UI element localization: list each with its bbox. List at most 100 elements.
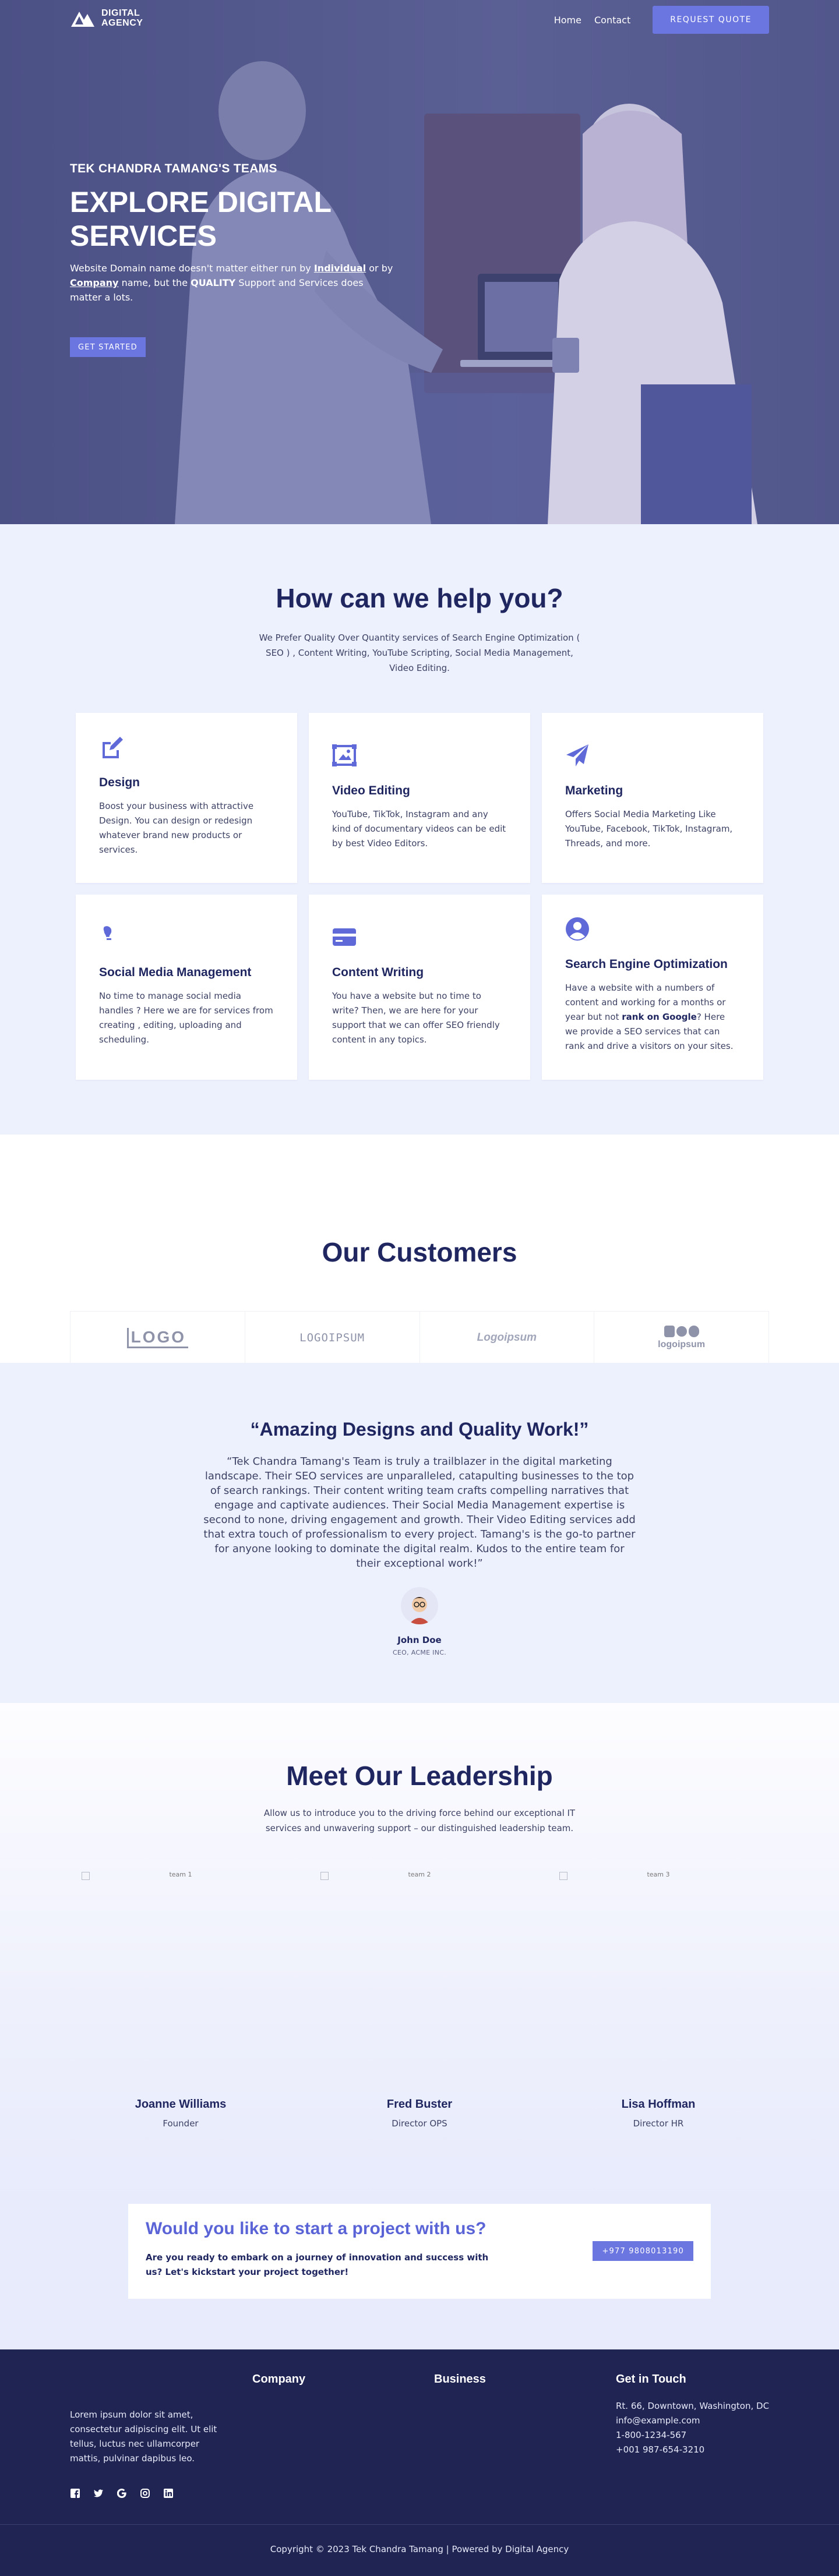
- customer-logos: LOGO LOGOIPSUM Logoipsum logoipsum: [70, 1311, 769, 1365]
- logo-text: LOGOIPSUM: [299, 1331, 365, 1344]
- service-card-seo: Search Engine Optimization Have a websit…: [542, 895, 763, 1080]
- team-member-card: team 2 Fred Buster Director OPS: [309, 1871, 530, 2129]
- service-text: YouTube, TikTok, Instagram and any kind …: [332, 809, 506, 849]
- cta-title: Would you like to start a project with u…: [146, 2219, 487, 2238]
- logo-line-1: DIGITAL: [101, 8, 140, 18]
- video-frame-icon: [332, 744, 357, 766]
- request-quote-button[interactable]: REQUEST QUOTE: [653, 6, 769, 34]
- service-text: Boost your business with attractive Desi…: [99, 801, 254, 855]
- testimonial-quote: “Tek Chandra Tamang's Team is truly a tr…: [203, 1455, 636, 1570]
- hero-desc-individual: Individual: [313, 263, 366, 274]
- lightbulb-icon: [103, 926, 112, 940]
- service-text: You have a website but no time to write?…: [332, 991, 500, 1045]
- service-text-bold: rank on Google: [622, 1012, 697, 1022]
- footer-company-column: Company: [252, 2373, 305, 2386]
- get-started-button[interactable]: GET STARTED: [70, 337, 146, 357]
- service-title: Social Media Management: [99, 966, 252, 979]
- copyright-text: Copyright © 2023 Tek Chandra Tamang | Po…: [270, 2544, 569, 2554]
- cta-box: Would you like to start a project with u…: [128, 2204, 711, 2299]
- footer-divider: [0, 2524, 839, 2525]
- phone-call-button[interactable]: +977 9808013190: [593, 2241, 693, 2261]
- service-card-video-editing: Video Editing YouTube, TikTok, Instagram…: [309, 713, 530, 883]
- services-grid: Design Boost your business with attracti…: [76, 713, 763, 1080]
- customer-logo-2: LOGOIPSUM: [245, 1312, 420, 1364]
- google-icon[interactable]: [117, 2488, 127, 2499]
- credit-card-icon: [333, 928, 356, 946]
- customer-logo-1: LOGO: [70, 1312, 245, 1364]
- testimonial-author-name: John Doe: [397, 1635, 442, 1645]
- footer-business-column: Business: [434, 2373, 486, 2386]
- team-member-card: team 3 Lisa Hoffman Director HR: [548, 1871, 769, 2129]
- footer-email[interactable]: info@example.com: [616, 2414, 769, 2428]
- linkedin-icon[interactable]: [163, 2488, 174, 2499]
- footer-heading-business: Business: [434, 2373, 486, 2386]
- person-avatar-icon: [401, 1587, 438, 1624]
- logo-text: logoipsum: [658, 1340, 706, 1349]
- image-alt-text: team 1: [169, 1871, 192, 1878]
- instagram-icon[interactable]: [140, 2488, 150, 2499]
- service-card-design: Design Boost your business with attracti…: [76, 713, 297, 883]
- service-card-content-writing: Content Writing You have a website but n…: [309, 895, 530, 1080]
- team-member-photo: team 2: [309, 1871, 530, 2098]
- team-member-name: Fred Buster: [386, 2098, 453, 2111]
- hero-desc-part: or by: [366, 263, 393, 274]
- facebook-icon[interactable]: [70, 2488, 80, 2499]
- footer-phone-2[interactable]: +001 987-654-3210: [616, 2443, 769, 2457]
- logo-line-2: AGENCY: [101, 18, 143, 28]
- social-links: [70, 2488, 174, 2499]
- hero-desc-part: name, but the: [118, 277, 191, 288]
- brand-logo[interactable]: DIGITAL AGENCY: [70, 8, 143, 28]
- site-footer: Company Business Get in Touch Rt. 66, Do…: [0, 2349, 839, 2576]
- nav-link-home[interactable]: Home: [554, 15, 581, 26]
- leadership-title: Meet Our Leadership: [286, 1761, 553, 1791]
- team-member-card: team 1 Joanne Williams Founder: [70, 1871, 291, 2129]
- footer-heading-contact: Get in Touch: [616, 2373, 686, 2386]
- cta-text: Are you ready to embark on a journey of …: [146, 2252, 489, 2277]
- service-title: Marketing: [565, 784, 623, 797]
- hero-description: Website Domain name doesn't matter eithe…: [70, 261, 396, 305]
- service-title: Search Engine Optimization: [565, 957, 728, 971]
- mountain-logo-icon: [71, 12, 94, 27]
- paper-plane-icon: [566, 744, 588, 766]
- services-subtitle: We Prefer Quality Over Quantity services…: [259, 632, 580, 673]
- nav-link-contact[interactable]: Contact: [594, 15, 630, 26]
- logo-text: LOGO: [126, 1327, 189, 1348]
- top-nav: DIGITAL AGENCY Home Contact REQUEST QUOT…: [0, 0, 839, 41]
- footer-contact-column: Get in Touch Rt. 66, Downtown, Washingto…: [616, 2373, 769, 2457]
- customer-logo-3: Logoipsum: [420, 1312, 595, 1364]
- image-alt-text: team 3: [647, 1871, 670, 1878]
- hero-content: TEK CHANDRA TAMANG'S TEAMS EXPLORE DIGIT…: [70, 162, 396, 357]
- hero-title: EXPLORE DIGITAL SERVICES: [70, 185, 396, 253]
- footer-about-text: Lorem ipsum dolor sit amet, consectetur …: [70, 2409, 217, 2464]
- service-title: Content Writing: [332, 966, 424, 979]
- testimonial-author-role: CEO, ACME INC.: [392, 1649, 447, 1656]
- leadership-section: Meet Our Leadership Allow us to introduc…: [0, 1703, 839, 2204]
- customer-logo-4: logoipsum: [594, 1312, 769, 1364]
- footer-phone-1[interactable]: 1-800-1234-567: [616, 2428, 769, 2443]
- cta-section: Would you like to start a project with u…: [0, 2204, 839, 2349]
- testimonial-title: “Amazing Designs and Quality Work!”: [250, 1419, 589, 1440]
- team-member-photo: team 1: [70, 1871, 291, 2098]
- team-list: team 1 Joanne Williams Founder team 2 Fr…: [70, 1871, 769, 2129]
- image-alt-text: team 2: [408, 1871, 431, 1878]
- service-title: Design: [99, 776, 140, 789]
- hero-desc-company: Company: [70, 277, 119, 288]
- hero-title-line-2: SERVICES: [70, 220, 217, 252]
- team-member-role: Director OPS: [392, 2118, 447, 2129]
- team-member-photo: team 3: [548, 1871, 769, 2098]
- testimonial-section: “Amazing Designs and Quality Work!” “Tek…: [0, 1363, 839, 1703]
- customers-section: Our Customers LOGO LOGOIPSUM Logoipsum l…: [0, 1135, 839, 1365]
- leadership-subtitle: Allow us to introduce you to the driving…: [263, 1808, 576, 1833]
- hero-section: DIGITAL AGENCY Home Contact REQUEST QUOT…: [0, 0, 839, 524]
- twitter-icon[interactable]: [93, 2488, 104, 2499]
- service-card-social-media: Social Media Management No time to manag…: [76, 895, 297, 1080]
- service-text: Have a website with a numbers of content…: [565, 981, 740, 1054]
- avatar: [401, 1587, 438, 1624]
- services-title: How can we help you?: [276, 583, 563, 613]
- team-member-role: Founder: [163, 2118, 199, 2129]
- hero-kicker: TEK CHANDRA TAMANG'S TEAMS: [70, 162, 277, 175]
- pencil-square-icon: [103, 737, 123, 758]
- service-text: No time to manage social media handles ?…: [99, 991, 273, 1045]
- logo-mark-icon: [664, 1326, 699, 1337]
- team-member-role: Director HR: [633, 2118, 684, 2129]
